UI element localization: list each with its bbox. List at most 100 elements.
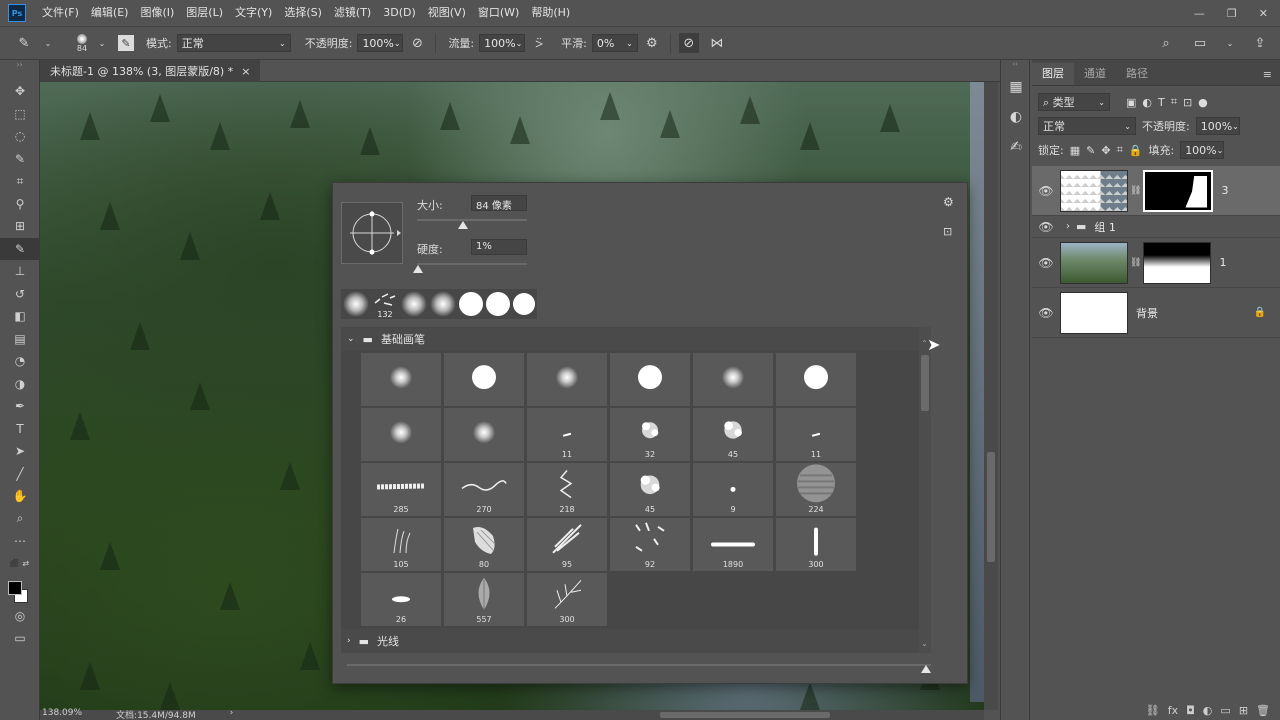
pressure-opacity-icon[interactable]: ⊘ [407, 33, 427, 53]
screen-mode-icon[interactable]: ▭ [0, 627, 40, 650]
scroll-thumb[interactable] [987, 452, 995, 562]
recent-brush-hard[interactable] [459, 292, 483, 316]
status-menu-arrow[interactable]: › [230, 708, 234, 720]
stamp-tool[interactable]: ⊥ [0, 260, 40, 283]
filter-pixel-icon[interactable]: ▣ [1126, 96, 1136, 109]
pressure-size-icon[interactable]: ⊘ [678, 33, 699, 53]
menu-item[interactable]: 文字(Y) [229, 0, 278, 26]
quick-select-tool[interactable]: ✎ [0, 148, 40, 171]
recent-brush-hard[interactable] [513, 293, 535, 315]
menu-item[interactable]: 文件(F) [36, 0, 85, 26]
scroll-thumb[interactable] [660, 712, 830, 718]
type-tool[interactable]: T [0, 418, 40, 441]
hardness-slider-track[interactable] [417, 263, 527, 265]
close-tab-button[interactable]: × [241, 65, 250, 78]
brush-preset-tile[interactable]: 9 [693, 463, 773, 516]
history-icon[interactable]: ▦ [1001, 72, 1031, 102]
link-icon[interactable]: ⛓ [1146, 704, 1160, 717]
recent-brush-soft[interactable] [343, 291, 369, 317]
lock-transparent-icon[interactable]: ▦ [1070, 144, 1080, 157]
visibility-eye-icon[interactable]: 👁 [1032, 256, 1060, 270]
folder-basic-brushes[interactable]: ⌄ ▬ 基础画笔 [341, 327, 931, 351]
brush-angle-preview[interactable] [341, 202, 403, 264]
default-colors-icon[interactable]: ⬛ ⇄ [0, 553, 39, 575]
brush-preset-tile[interactable] [776, 353, 856, 406]
workspace-icon[interactable]: ▭ [1190, 33, 1210, 53]
brush-preset-tile[interactable]: 270 [444, 463, 524, 516]
healing-tool[interactable]: ⊞ [0, 215, 40, 238]
brush-preset-tile[interactable] [610, 353, 690, 406]
document-tab[interactable]: 未标题-1 @ 138% (3, 图层蒙版/8) * × [40, 60, 261, 82]
line-tool[interactable]: ╱ [0, 463, 40, 486]
chevron-down-icon[interactable]: ⌄ [92, 33, 112, 53]
brush-preset-tile[interactable]: 557 [444, 573, 524, 626]
fill-field[interactable]: 100% ⌄ [1180, 141, 1225, 159]
chevron-down-icon[interactable]: ⌄ [1220, 33, 1240, 53]
filter-adjustment-icon[interactable]: ◐ [1142, 96, 1152, 109]
preview-size-slider[interactable] [347, 664, 931, 666]
quick-mask-icon[interactable]: ◎ [0, 605, 40, 628]
filter-type-icon[interactable]: T [1158, 96, 1165, 109]
color-swatches[interactable] [0, 575, 39, 605]
layer-group-row[interactable]: 👁 › ▬ 组 1 [1032, 216, 1280, 238]
brush-preset-tile[interactable] [361, 353, 441, 406]
visibility-eye-icon[interactable]: 👁 [1032, 220, 1060, 234]
visibility-eye-icon[interactable]: 👁 [1032, 184, 1060, 198]
presets-scrollbar[interactable] [919, 327, 931, 653]
share-icon[interactable]: ⇪ [1250, 33, 1270, 53]
menu-item[interactable]: 图层(L) [180, 0, 229, 26]
recent-brush-soft[interactable] [430, 291, 456, 317]
adjustment-icon[interactable]: ◐ [1203, 704, 1213, 717]
recent-brush-scatter[interactable]: 132 [372, 291, 398, 319]
layer-mask-thumbnail[interactable] [1143, 169, 1214, 212]
blur-tool[interactable]: ◔ [0, 350, 40, 373]
dodge-tool[interactable]: ◑ [0, 373, 40, 396]
search-icon[interactable]: ⌕ [1156, 33, 1176, 53]
brush-preset-tile[interactable]: 11 [527, 408, 607, 461]
hardness-field[interactable]: 1% [471, 239, 527, 255]
minimize-button[interactable]: — [1194, 7, 1205, 20]
preview-size-thumb[interactable] [921, 665, 931, 673]
brush-preset-tile[interactable]: 45 [693, 408, 773, 461]
layer-filter-select[interactable]: ⌕ 类型 ⌄ [1038, 93, 1110, 111]
fx-icon[interactable]: fx [1168, 704, 1178, 717]
collapse-icon[interactable]: ‹‹ [1001, 60, 1029, 72]
gear-icon[interactable]: ⚙ [642, 33, 662, 53]
vertical-scrollbar[interactable] [984, 82, 998, 710]
brush-preset-tile[interactable]: 32 [610, 408, 690, 461]
brush-preset-tile[interactable] [527, 353, 607, 406]
layer-mask-thumbnail[interactable] [1143, 241, 1212, 284]
brush-preset-tile[interactable]: 285 [361, 463, 441, 516]
size-slider-track[interactable] [417, 219, 527, 221]
brush-preset-tile[interactable]: 300 [776, 518, 856, 571]
lasso-tool[interactable]: ◌ [0, 125, 40, 148]
folder-icon[interactable]: ▭ [1220, 704, 1230, 717]
zoom-tool[interactable]: ⌕ [0, 508, 40, 531]
path-select-tool[interactable]: ➤ [0, 440, 40, 463]
hardness-slider-thumb[interactable] [413, 265, 424, 273]
chain-link-icon[interactable]: ⛓ [1130, 186, 1141, 196]
lock-artboard-icon[interactable]: ⌗ [1117, 143, 1123, 157]
brush-preset-tile[interactable]: 80 [444, 518, 524, 571]
filter-shape-icon[interactable]: ⌗ [1171, 95, 1177, 109]
lock-position-icon[interactable]: ✥ [1101, 144, 1110, 157]
eyedropper-tool[interactable]: ⚲ [0, 193, 40, 216]
adjustments-icon[interactable]: ◐ [1001, 102, 1031, 132]
menu-item[interactable]: 选择(S) [278, 0, 328, 26]
scroll-down-arrow[interactable]: ⌄ [921, 639, 928, 648]
brush-preset-tile[interactable] [444, 353, 524, 406]
layer-row[interactable]: 👁 背景 🔒 [1032, 288, 1280, 338]
layer-opacity-field[interactable]: 100% ⌄ [1195, 117, 1240, 135]
size-slider-thumb[interactable] [458, 221, 469, 229]
brush-preset-tile[interactable]: 105 [361, 518, 441, 571]
opacity-field[interactable]: 100% ⌄ [357, 34, 404, 52]
brush-preset-tile[interactable] [444, 408, 524, 461]
folder-light[interactable]: › ▬ 光线 [341, 629, 931, 653]
filter-toggle-icon[interactable]: ● [1198, 96, 1208, 109]
marquee-tool[interactable]: ⬚ [0, 103, 40, 126]
menu-item[interactable]: 3D(D) [377, 0, 422, 26]
brush-settings-icon[interactable]: ✍ [1001, 132, 1031, 162]
toolbar-collapse-icon[interactable]: ›› [0, 60, 39, 80]
filter-smart-object-icon[interactable]: ⊡ [1183, 96, 1192, 109]
trash-icon[interactable]: 🗑 [1256, 704, 1270, 717]
